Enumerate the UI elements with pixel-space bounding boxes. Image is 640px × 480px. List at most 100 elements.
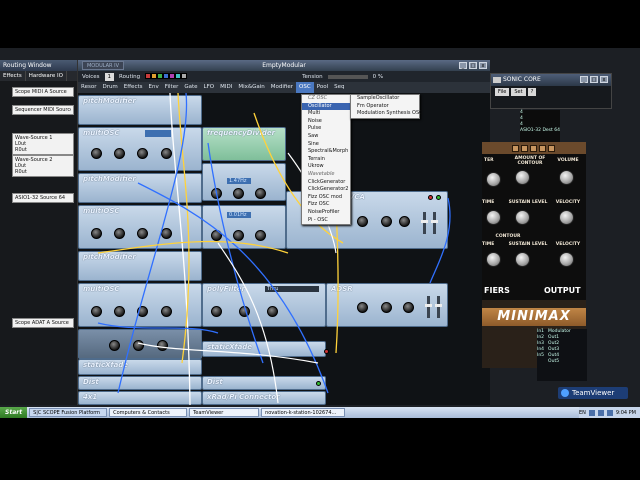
list-item: In5 [537, 353, 545, 358]
sc-logo-icon [493, 77, 501, 83]
speaker-icon[interactable] [606, 409, 613, 416]
source-scope-midi-a[interactable]: Scope MIDI A Source [12, 87, 74, 97]
minimize-button[interactable]: _ [580, 76, 588, 83]
set-button[interactable]: Set [511, 88, 526, 96]
osc-menu-item[interactable]: ClickGenerator [302, 179, 350, 187]
clock[interactable]: 9:04 PM [616, 410, 636, 416]
tension-value: 0 % [372, 73, 384, 80]
osc-submenu-item[interactable]: SampleOscillator [351, 95, 419, 103]
menu-pool[interactable]: Pool [314, 82, 331, 93]
menu-lfo[interactable]: LFO [201, 82, 218, 93]
menu-resor[interactable]: Resor [78, 82, 99, 93]
osc-menu-item[interactable]: Spectral&Morph [302, 148, 350, 156]
osc-menu-item[interactable]: Fizz OSC [302, 201, 350, 209]
minimize-button[interactable]: _ [459, 62, 467, 69]
modular-canvas[interactable]: pitchModifier multiOSC frequencyDivider … [78, 93, 490, 405]
osc-menu-item[interactable]: Noise [302, 118, 350, 126]
maximize-button[interactable]: □ [469, 62, 477, 69]
osc-menu-item[interactable]: Fizz OSC mod [302, 194, 350, 202]
knob[interactable] [486, 172, 501, 187]
source-scope-adat-a[interactable]: Scope ADAT A Source [12, 318, 74, 328]
task-novation[interactable]: novation-k-station-102674... [261, 408, 346, 417]
sonic-core-window: SONIC CORE _ □ x File Set ? [490, 73, 612, 109]
osc-menu-item[interactable]: Saw [302, 133, 350, 141]
menu-effects[interactable]: Effects [121, 82, 146, 93]
osc-menu-item[interactable]: Pulse [302, 125, 350, 133]
modular-logo: MODULAR IV [82, 61, 124, 70]
voices-field[interactable]: 1 [104, 72, 115, 81]
knob[interactable] [515, 170, 530, 185]
osc-menu-item[interactable]: Pi - OSC [302, 217, 350, 225]
minimax-label: TIME [482, 242, 495, 247]
knob[interactable] [559, 170, 574, 185]
menu-osc[interactable]: OSC [296, 82, 314, 93]
menu-mixgain[interactable]: Mix&Gain [235, 82, 267, 93]
knob[interactable] [486, 252, 501, 267]
close-button[interactable]: x [479, 62, 487, 69]
osc-menu-item[interactable]: NoiseProfiler [302, 209, 350, 217]
routing-color-swatch[interactable] [181, 72, 188, 79]
sonic-core-title: SONIC CORE [503, 76, 541, 83]
minimax-label: CONTOUR [495, 234, 521, 239]
minimax-label: TER [484, 158, 494, 163]
routing-window-title[interactable]: Routing Window [0, 60, 77, 71]
task-computers-contacts[interactable]: Computers & Contacts [109, 408, 188, 417]
menu-gate[interactable]: Gate [181, 82, 200, 93]
menu-modifier[interactable]: Modifier [268, 82, 296, 93]
osc-menu[interactable]: CZ OSC Oscillator Multi Noise Pulse Saw … [301, 94, 351, 226]
start-button[interactable]: Start [0, 407, 28, 418]
task-teamviewer[interactable]: TeamViewer [189, 408, 260, 417]
help-button[interactable]: ? [527, 88, 537, 96]
osc-menu-item[interactable]: Ukrow [302, 163, 350, 171]
osc-menu-item[interactable]: Multi [302, 110, 350, 118]
patch-cables[interactable] [78, 93, 490, 405]
knob[interactable] [559, 252, 574, 267]
osc-menu-item[interactable]: ClickGenerator2 [302, 186, 350, 194]
close-button[interactable]: x [600, 76, 608, 83]
minimax-label: SUSTAIN LEVEL [508, 200, 548, 205]
source-wave-2[interactable]: Wave-Source 2 L0ut R0ut [12, 155, 74, 177]
osc-submenu[interactable]: SampleOscillator Fm Operator Modulation … [350, 94, 423, 119]
osc-menu-item[interactable]: Terrain [302, 156, 350, 164]
osc-menu-item[interactable]: Oscillator [302, 102, 350, 111]
source-sequencer-midi[interactable]: Sequencer MIDI Source [12, 105, 74, 115]
menu-filter[interactable]: Filter [162, 82, 182, 93]
knob[interactable] [559, 210, 574, 225]
tension-slider[interactable] [327, 74, 368, 79]
routing-window: Routing Window Effects Hardware IO Scope… [0, 60, 78, 405]
osc-submenu-item[interactable]: Fm Operator [351, 103, 419, 111]
osc-submenu-item[interactable]: Modulation Synthesis OSC [351, 110, 423, 118]
osc-menu-item[interactable]: Sine [302, 141, 350, 149]
routing-color-swatches[interactable] [145, 72, 188, 81]
minimax-label: VELOCITY [555, 200, 581, 205]
menu-drum[interactable]: Drum [99, 82, 120, 93]
file-button[interactable]: File [495, 88, 510, 96]
system-tray: EN 9:04 PM [578, 407, 640, 418]
routing-side-list: 4 4 4 ASIO1-32 Dest 64 [520, 110, 560, 146]
tab-hardware-io[interactable]: Hardware IO [26, 71, 67, 81]
source-wave-1[interactable]: Wave-Source 1 L0ut R0ut [12, 133, 74, 155]
menu-seq[interactable]: Seq [331, 82, 347, 93]
teamviewer-badge[interactable]: TeamViewer [558, 387, 628, 399]
modulator-list: In1 In2 In3 In4 In5 Modulator Out1 Out2 … [537, 329, 587, 381]
minimax-label: SUSTAIN LEVEL [508, 242, 548, 247]
task-scope-fusion[interactable]: S|C SCOPE Fusion Platform [29, 408, 108, 417]
minimax-section-label: OUTPUT [544, 286, 581, 295]
menu-midi[interactable]: MIDI [217, 82, 235, 93]
menu-env[interactable]: Env [146, 82, 162, 93]
minimax-header[interactable] [482, 142, 586, 154]
routing-label: Routing [119, 73, 141, 80]
knob[interactable] [486, 210, 501, 225]
modular-window: MODULAR IV EmptyModular _ □ x Voices 1 R… [78, 60, 490, 405]
language-indicator[interactable]: EN [579, 410, 586, 416]
knob[interactable] [515, 210, 530, 225]
maximize-button[interactable]: □ [590, 76, 598, 83]
taskbar: Start S|C SCOPE Fusion Platform Computer… [0, 407, 640, 418]
tray-icon[interactable] [597, 409, 604, 416]
tab-effects[interactable]: Effects [0, 71, 26, 81]
tray-icon[interactable] [588, 409, 595, 416]
voices-label: Voices [82, 73, 100, 80]
source-asio[interactable]: ASIO1-32 Source 64 [12, 193, 74, 203]
knob[interactable] [515, 252, 530, 267]
osc-menu-item[interactable]: Wavetable [302, 171, 350, 179]
